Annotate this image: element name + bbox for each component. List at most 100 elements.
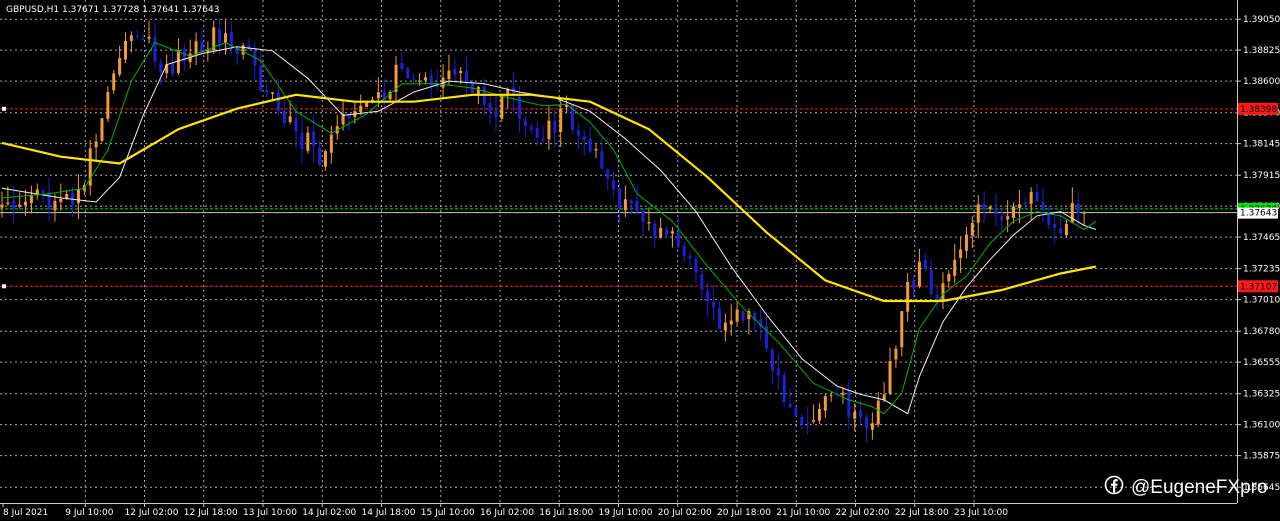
candle-body bbox=[576, 130, 580, 136]
candle-body bbox=[300, 132, 304, 150]
candle-body bbox=[776, 368, 780, 376]
candle-body bbox=[447, 70, 451, 80]
candle-body bbox=[470, 82, 474, 93]
price-tick-label: 1.36100 bbox=[1243, 421, 1280, 431]
candle-body bbox=[900, 311, 904, 348]
candle-body bbox=[688, 255, 692, 259]
candle-body bbox=[629, 200, 633, 204]
candle-body bbox=[500, 94, 504, 119]
candle-body bbox=[1017, 204, 1021, 208]
candle-body bbox=[6, 202, 10, 204]
candle-body bbox=[888, 361, 892, 394]
candle-body bbox=[12, 200, 16, 209]
candle-body bbox=[76, 189, 80, 204]
candle-body bbox=[547, 120, 551, 140]
watermark-text: @EugeneFXpro bbox=[1131, 477, 1268, 498]
candle-body bbox=[682, 245, 686, 256]
candle-body bbox=[418, 80, 422, 82]
candle-body bbox=[800, 416, 804, 425]
candle-body bbox=[194, 41, 198, 54]
candle-body bbox=[1006, 216, 1010, 220]
candle-body bbox=[623, 199, 627, 211]
candle-body bbox=[24, 201, 28, 206]
candle-body bbox=[241, 45, 245, 55]
candle-body bbox=[859, 410, 863, 418]
candle-body bbox=[1076, 203, 1080, 214]
candle-body bbox=[676, 232, 680, 247]
candle-body bbox=[782, 375, 786, 403]
ohlc-values: 1.37671 1.37728 1.37641 1.37643 bbox=[62, 5, 219, 15]
candle-body bbox=[223, 33, 227, 43]
candle-body bbox=[318, 147, 322, 165]
candle-body bbox=[976, 204, 980, 223]
candle-body bbox=[118, 58, 122, 75]
candle-body bbox=[412, 78, 416, 80]
candle-body bbox=[41, 190, 45, 193]
candle-body bbox=[706, 291, 710, 302]
time-tick-label: 16 Jul 02:00 bbox=[480, 508, 534, 518]
candle-body bbox=[665, 229, 669, 235]
price-tick-label: 1.39050 bbox=[1243, 15, 1280, 25]
candle-body bbox=[529, 126, 533, 130]
candle-body bbox=[218, 28, 222, 44]
candle-body bbox=[712, 301, 716, 308]
candle-body bbox=[700, 274, 704, 290]
candle-body bbox=[459, 70, 463, 74]
candle-body bbox=[265, 90, 269, 93]
candle-body bbox=[124, 40, 127, 60]
time-tick-label: 12 Jul 02:00 bbox=[125, 508, 179, 518]
candle-body bbox=[741, 311, 745, 321]
price-chart[interactable]: 1.390501.388251.386001.383701.381451.379… bbox=[0, 0, 1280, 521]
time-tick-label: 15 Jul 10:00 bbox=[421, 508, 475, 518]
candle-body bbox=[794, 407, 798, 416]
candle-body bbox=[735, 309, 739, 322]
time-tick-label: 21 Jul 10:00 bbox=[776, 508, 830, 518]
candle-body bbox=[135, 35, 139, 37]
candle-body bbox=[1041, 202, 1045, 211]
candle-body bbox=[1053, 224, 1057, 228]
time-tick-label: 19 Jul 10:00 bbox=[599, 508, 653, 518]
candle-body bbox=[271, 92, 275, 94]
price-tick-label: 1.35875 bbox=[1243, 452, 1280, 462]
candle-body bbox=[729, 320, 733, 325]
price-tick-label: 1.36325 bbox=[1243, 390, 1280, 400]
candle-body bbox=[600, 151, 604, 169]
price-tick-label: 1.36780 bbox=[1243, 327, 1280, 337]
candle-body bbox=[59, 198, 63, 203]
candle-body bbox=[329, 134, 333, 153]
candle-body bbox=[929, 269, 933, 294]
candle-body bbox=[588, 139, 592, 152]
candle-body bbox=[717, 308, 721, 330]
candle-body bbox=[894, 348, 898, 360]
candle-body bbox=[659, 227, 663, 238]
candle-body bbox=[770, 349, 774, 371]
time-tick-label: 14 Jul 18:00 bbox=[362, 508, 416, 518]
time-tick-label: 8 Jul 2021 bbox=[3, 508, 48, 518]
candle-body bbox=[935, 294, 939, 301]
candle-body bbox=[912, 280, 916, 288]
candle-body bbox=[400, 63, 404, 70]
candle-body bbox=[312, 131, 316, 147]
candle-body bbox=[159, 62, 163, 73]
candle-body bbox=[618, 188, 621, 209]
candle-body bbox=[917, 261, 921, 287]
candle-body bbox=[812, 420, 816, 422]
candle-body bbox=[476, 87, 480, 95]
candle-body bbox=[788, 403, 792, 408]
candle-body bbox=[288, 116, 292, 122]
candle-body bbox=[53, 200, 57, 211]
candle-body bbox=[453, 68, 457, 76]
candle-body bbox=[112, 73, 116, 91]
time-tick-label: 20 Jul 02:00 bbox=[658, 508, 712, 518]
candle-body bbox=[694, 258, 698, 273]
time-tick-label: 14 Jul 02:00 bbox=[302, 508, 356, 518]
time-tick-label: 9 Jul 10:00 bbox=[65, 508, 114, 518]
candle-body bbox=[523, 120, 527, 126]
candle-body bbox=[29, 195, 33, 204]
candle-body bbox=[641, 209, 645, 222]
time-tick-label: 23 Jul 10:00 bbox=[954, 508, 1008, 518]
candle-body bbox=[247, 45, 251, 50]
candle-body bbox=[1059, 228, 1063, 234]
candle-body bbox=[553, 121, 557, 133]
price-tick-label: 1.38825 bbox=[1243, 46, 1280, 56]
